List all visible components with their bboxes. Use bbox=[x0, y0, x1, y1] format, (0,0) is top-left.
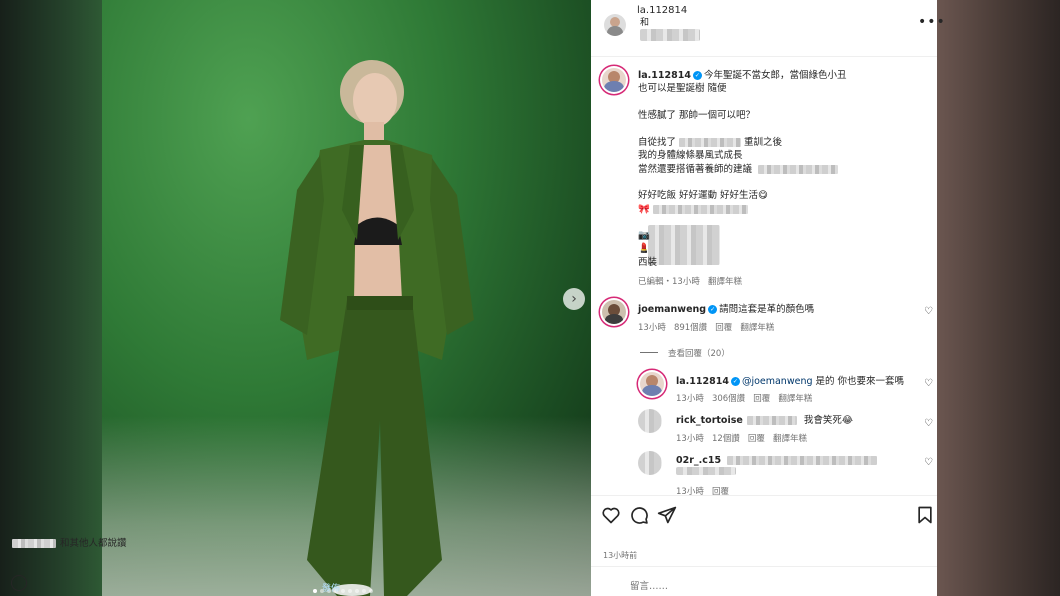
carousel-dot bbox=[348, 589, 352, 593]
comment-2-username[interactable]: la.112814 bbox=[676, 376, 729, 387]
comment-3-meta: 13小時 12個讚 回覆 翻譯年糕 bbox=[676, 434, 808, 444]
comment-3-username[interactable]: rick_tortoise bbox=[676, 415, 743, 426]
comment-1-like-heart-icon[interactable]: ♡ bbox=[924, 306, 933, 317]
comment-icon[interactable] bbox=[629, 505, 649, 525]
caption-text-10: 💄 bbox=[638, 243, 650, 254]
caption-text-1: 今年聖誕不當女郎，當個綠色小丑 bbox=[703, 70, 847, 81]
comment-avatar-rick-blurred[interactable] bbox=[638, 409, 662, 433]
comment-3-like-heart-icon[interactable]: ♡ bbox=[924, 418, 933, 429]
caption-meta: 已編輯・13小時 翻譯年糕 bbox=[638, 277, 742, 287]
header-avatar[interactable] bbox=[604, 14, 626, 36]
carousel-dot bbox=[313, 589, 317, 593]
header-username[interactable]: la.112814 bbox=[637, 5, 687, 16]
caption-line-1: la.112814 ✓ 今年聖誕不當女郎，當個綠色小丑 bbox=[638, 69, 846, 82]
carousel-dot bbox=[355, 589, 359, 593]
comment-1-username[interactable]: joemanweng bbox=[638, 304, 706, 315]
comment-input[interactable] bbox=[630, 578, 900, 594]
background-left bbox=[0, 0, 102, 596]
heart-icon[interactable] bbox=[601, 505, 621, 525]
comment-2-like-heart-icon[interactable]: ♡ bbox=[924, 378, 933, 389]
comment-avatar-02rc15-blurred[interactable] bbox=[638, 451, 662, 475]
comment-4-meta: 13小時 回覆 bbox=[676, 487, 729, 497]
emoji-icon[interactable] bbox=[11, 575, 27, 591]
comment-4-username[interactable]: 02r_.c15 bbox=[676, 455, 721, 466]
more-horizontal-icon[interactable]: ••• bbox=[918, 14, 946, 30]
comment-3-likes[interactable]: 12個讚 bbox=[712, 434, 740, 444]
comment-1: joemanweng ✓ 請問這套是革的顏色嗎 bbox=[638, 303, 814, 316]
comment-2: la.112814 ✓ @joemanweng 是的 你也要來一套嗎 bbox=[676, 375, 904, 388]
comment-4-text-blurred bbox=[676, 467, 736, 475]
caption-text-3: 性感膩了 那帥一個可以吧？ bbox=[638, 110, 756, 121]
caption-avatar[interactable] bbox=[602, 68, 626, 92]
caption-text-8: 🎀 bbox=[638, 203, 748, 216]
comment-3-text: 我會笑死😂 bbox=[803, 415, 853, 426]
comment-4-like-heart-icon[interactable]: ♡ bbox=[924, 457, 933, 468]
comment-avatar-joemanweng[interactable] bbox=[602, 300, 626, 324]
caption-text-6: 當然還要搭循著養師的建議 bbox=[638, 163, 839, 176]
comment-2-text: 是的 你也要來一套嗎 bbox=[815, 376, 905, 387]
caption-text-9: 📷 bbox=[638, 230, 650, 241]
comment-1-likes[interactable]: 891個讚 bbox=[674, 323, 707, 333]
comment-1-text: 請問這套是革的顏色嗎 bbox=[719, 304, 815, 315]
carousel-dot bbox=[362, 589, 366, 593]
background-right bbox=[937, 0, 1060, 596]
comment-1-reply[interactable]: 回覆 bbox=[715, 323, 732, 333]
reply-avatar-la112814[interactable] bbox=[640, 372, 664, 396]
post-time: 13小時前 bbox=[603, 551, 638, 560]
bookmark-icon[interactable] bbox=[915, 505, 935, 525]
model-figure bbox=[280, 60, 474, 596]
comment-2-mention[interactable]: @joemanweng bbox=[742, 376, 813, 387]
post-photo[interactable] bbox=[102, 0, 591, 596]
verified-badge-icon: ✓ bbox=[692, 71, 702, 80]
caption-username[interactable]: la.112814 bbox=[638, 70, 691, 81]
likes-summary[interactable]: 和其他人都說讚 bbox=[12, 535, 127, 549]
comment-2-reply[interactable]: 回覆 bbox=[753, 394, 770, 404]
comment-4: 02r_.c15 bbox=[676, 454, 878, 467]
comment-3-reply[interactable]: 回覆 bbox=[748, 434, 765, 444]
view-replies-line bbox=[640, 352, 658, 353]
caption-blurred-block bbox=[648, 225, 720, 265]
caption-text-5: 我的身體線條暴風式成長 bbox=[638, 150, 743, 161]
verified-badge-icon: ✓ bbox=[708, 305, 718, 314]
comment-3: rick_tortoise 我會笑死😂 bbox=[676, 414, 853, 427]
comment-2-meta: 13小時 306個讚 回覆 翻譯年糕 bbox=[676, 394, 813, 404]
comment-1-meta: 13小時 891個讚 回覆 翻譯年糕 bbox=[638, 323, 775, 333]
carousel-dot bbox=[341, 589, 345, 593]
caption-translate-link[interactable]: 翻譯年糕 bbox=[708, 277, 742, 287]
caption-text-11: 西裝 bbox=[638, 257, 658, 268]
caption-text-2: 也可以是聖誕樹 隨便 bbox=[638, 83, 727, 94]
carousel-dot bbox=[369, 589, 373, 593]
comment-1-translate[interactable]: 翻譯年糕 bbox=[740, 323, 774, 333]
comment-2-likes[interactable]: 306個讚 bbox=[712, 394, 745, 404]
comment-4-reply[interactable]: 回覆 bbox=[712, 487, 729, 497]
comment-3-translate[interactable]: 翻譯年糕 bbox=[773, 434, 807, 444]
view-replies-button[interactable]: 查看回覆（20） bbox=[668, 347, 730, 359]
share-icon[interactable] bbox=[657, 505, 677, 525]
next-photo-button[interactable]: › bbox=[563, 288, 585, 310]
post-comment-button[interactable]: 發佈 bbox=[322, 581, 340, 594]
caption-text-7: 好好吃飯 好好運動 好好生活😋 bbox=[638, 190, 768, 201]
comment-2-translate[interactable]: 翻譯年糕 bbox=[778, 394, 812, 404]
header-collab-name-blurred bbox=[640, 29, 700, 41]
verified-badge-icon: ✓ bbox=[730, 377, 740, 386]
caption-text-4: 自從找了 重訓之後 bbox=[638, 137, 783, 148]
